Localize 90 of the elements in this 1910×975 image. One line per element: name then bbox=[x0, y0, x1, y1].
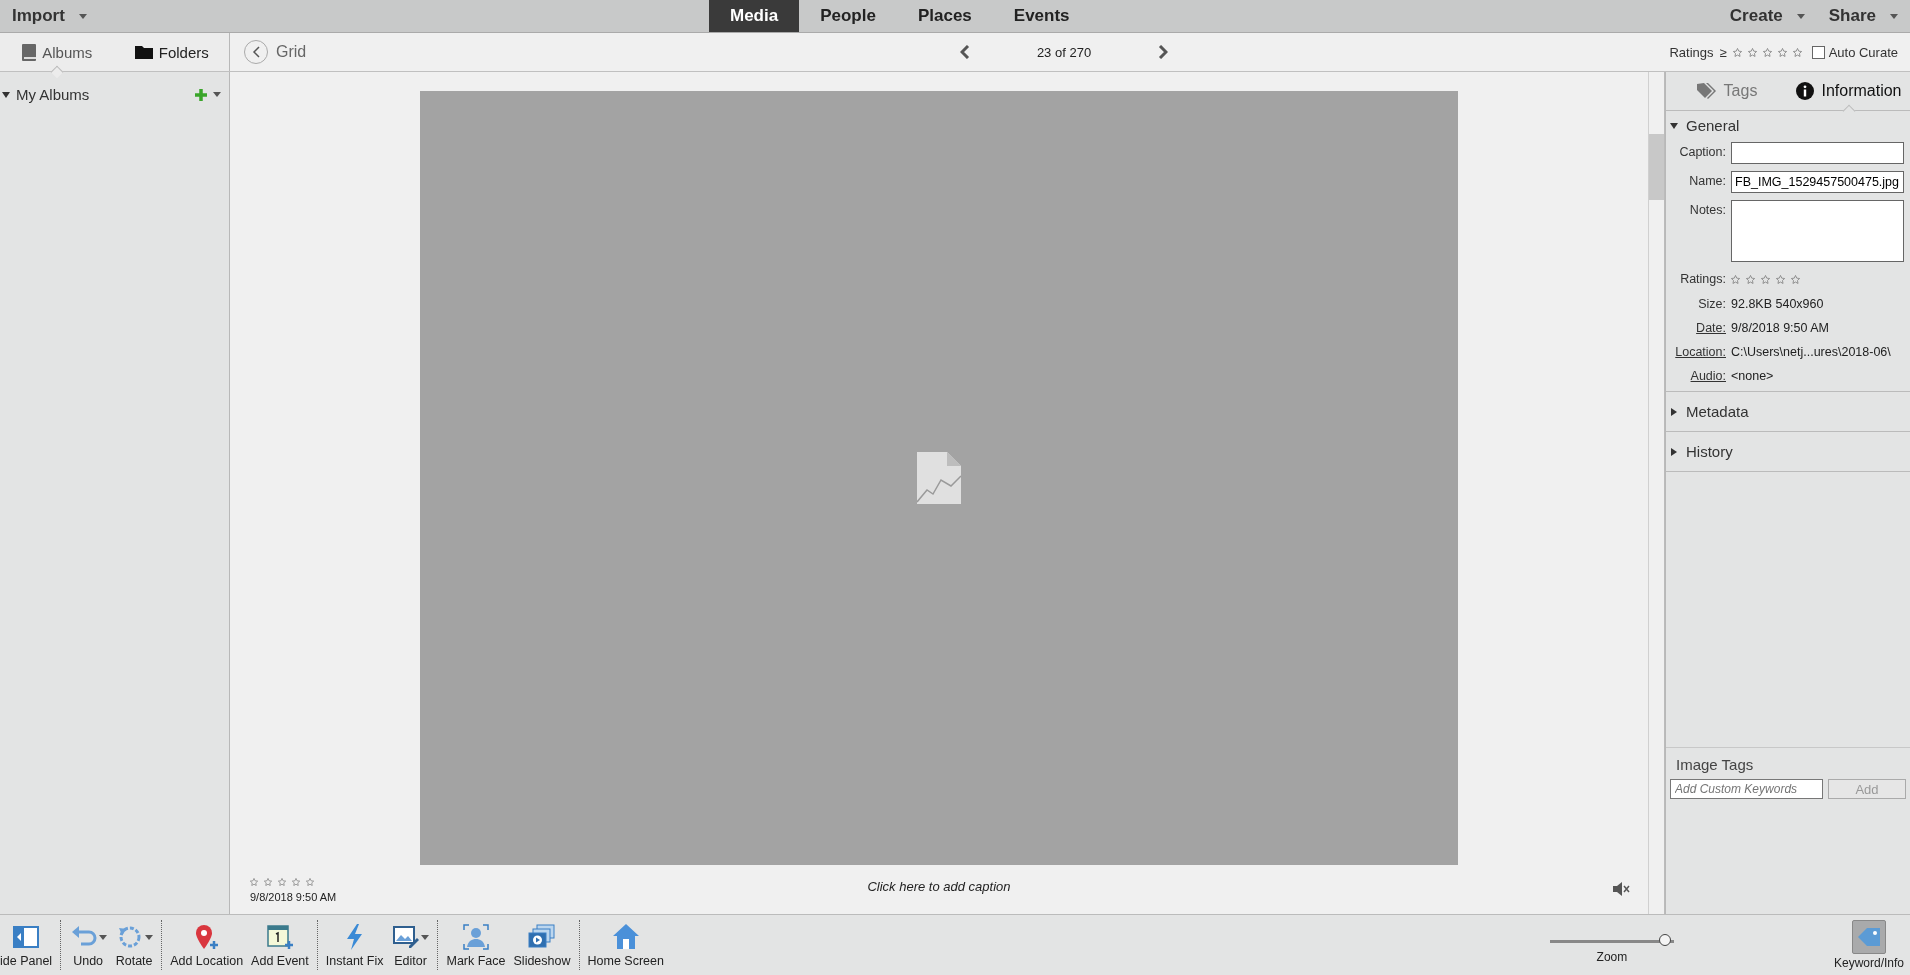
caret-icon bbox=[145, 934, 154, 940]
star-icon[interactable] bbox=[292, 878, 300, 886]
folder-icon bbox=[134, 45, 153, 59]
face-frame-icon bbox=[461, 922, 491, 952]
star-icon[interactable] bbox=[250, 878, 258, 886]
field-label: Notes: bbox=[1688, 202, 1726, 217]
field-label[interactable]: Date: bbox=[1668, 318, 1726, 335]
field-value: 9/8/2018 9:50 AM bbox=[1731, 320, 1830, 335]
star-icon[interactable] bbox=[1762, 47, 1772, 57]
import-menu[interactable]: Import bbox=[0, 0, 99, 32]
zoom-slider[interactable] bbox=[1549, 934, 1674, 948]
toolbar-button[interactable]: ide Panel bbox=[0, 920, 62, 970]
photo-counter: 23 of 270 bbox=[1035, 44, 1093, 60]
caption-prompt[interactable]: Click here to add caption bbox=[867, 879, 1011, 894]
caret-icon bbox=[99, 934, 108, 940]
chevron-right-icon bbox=[1158, 45, 1168, 59]
auto-curate-checkbox[interactable]: Auto Curate bbox=[1811, 44, 1898, 60]
comparison-sign: ≥ bbox=[1719, 44, 1727, 60]
star-icon[interactable] bbox=[1777, 47, 1787, 57]
chevron-left-icon bbox=[252, 46, 260, 58]
toolbar-button[interactable]: Editor bbox=[387, 920, 439, 970]
caret-icon bbox=[1890, 13, 1898, 19]
field-label: Name: bbox=[1688, 173, 1726, 188]
field-label: Size: bbox=[1697, 296, 1726, 311]
chevron-left-icon bbox=[960, 45, 970, 59]
toolbar-button[interactable]: Rotate bbox=[111, 920, 163, 970]
field-label[interactable]: Audio: bbox=[1668, 366, 1726, 383]
calendar-icon bbox=[264, 922, 295, 952]
star-icon[interactable] bbox=[264, 878, 272, 886]
star-icon[interactable] bbox=[278, 878, 286, 886]
field-label: Ratings: bbox=[1679, 271, 1726, 286]
toolbar-button[interactable]: Instant Fix bbox=[321, 920, 388, 970]
view-tab[interactable]: Events bbox=[992, 0, 1091, 32]
field-value: 92.8KB 540x960 bbox=[1731, 296, 1825, 311]
book-icon bbox=[22, 43, 37, 61]
caret-icon bbox=[78, 13, 87, 19]
view-tab[interactable]: Media bbox=[709, 0, 800, 32]
toolbar-button[interactable]: Undo bbox=[65, 920, 112, 970]
star-icon[interactable] bbox=[1791, 275, 1800, 284]
star-icon[interactable] bbox=[1732, 47, 1742, 57]
toolbar-button[interactable]: Slideshow bbox=[509, 920, 580, 970]
expanded-triangle-icon[interactable] bbox=[1670, 121, 1678, 130]
caret-icon bbox=[213, 92, 221, 97]
view-tab[interactable]: Places bbox=[896, 0, 993, 32]
speaker-icon[interactable] bbox=[1612, 881, 1630, 897]
tag-icon bbox=[1856, 927, 1881, 947]
section-header[interactable]: History bbox=[1666, 432, 1910, 472]
broken-file-icon bbox=[917, 452, 961, 504]
star-icon[interactable] bbox=[1792, 47, 1802, 57]
caret-icon bbox=[1796, 13, 1805, 19]
photo-date: 9/8/2018 9:50 AM bbox=[250, 891, 337, 903]
ratings-label: Ratings bbox=[1669, 44, 1714, 60]
albums-heading[interactable]: My Albums bbox=[16, 86, 189, 103]
section-header[interactable]: General bbox=[1666, 111, 1910, 138]
toolbar-button[interactable]: Home Screen bbox=[583, 920, 668, 970]
field-value: C:\Users\netj...ures\2018-06\ bbox=[1731, 344, 1892, 359]
star-icon[interactable] bbox=[1776, 275, 1785, 284]
field-label: Caption: bbox=[1678, 144, 1726, 159]
star-icon[interactable] bbox=[306, 878, 314, 886]
info-icon bbox=[1796, 82, 1815, 100]
slider-thumb[interactable] bbox=[1658, 934, 1671, 946]
collapsed-triangle-icon[interactable] bbox=[1670, 407, 1678, 416]
expanded-triangle-icon[interactable] bbox=[2, 90, 10, 99]
zoom-label: Zoom bbox=[1596, 950, 1628, 964]
field-label[interactable]: Location: bbox=[1668, 342, 1726, 359]
toolbar-button[interactable]: Mark Face bbox=[442, 920, 510, 970]
collapsed-triangle-icon[interactable] bbox=[1670, 447, 1678, 456]
section-header[interactable]: Metadata bbox=[1666, 392, 1910, 432]
tag-icon bbox=[1696, 83, 1717, 99]
caret-icon bbox=[421, 934, 430, 940]
create-menu[interactable]: Create bbox=[1717, 0, 1817, 32]
star-icon[interactable] bbox=[1746, 275, 1755, 284]
image-tags-heading: Image Tags bbox=[1675, 755, 1755, 775]
view-tab[interactable]: People bbox=[799, 0, 897, 32]
keyword-info-button[interactable]: Keyword/Info bbox=[1833, 920, 1910, 970]
panel-tab[interactable]: Tags bbox=[1666, 72, 1788, 110]
back-button[interactable]: Grid bbox=[238, 39, 313, 65]
star-icon[interactable] bbox=[1731, 275, 1740, 284]
toolbar-button[interactable]: Add Location bbox=[166, 920, 248, 970]
star-icon[interactable] bbox=[1761, 275, 1770, 284]
text-field[interactable] bbox=[1731, 142, 1904, 164]
field-value: <none> bbox=[1731, 368, 1775, 383]
star-icon[interactable] bbox=[1747, 47, 1757, 57]
toolbar-button[interactable]: Add Event bbox=[247, 920, 318, 970]
share-menu[interactable]: Share bbox=[1816, 0, 1910, 32]
notes-field[interactable] bbox=[1731, 200, 1904, 262]
text-field[interactable]: FB_IMG_1529457500475.jpg bbox=[1731, 171, 1904, 193]
scrollbar-thumb[interactable] bbox=[1649, 134, 1664, 200]
add-icon[interactable] bbox=[195, 88, 207, 101]
sidebar-tab[interactable]: Folders bbox=[114, 33, 229, 71]
